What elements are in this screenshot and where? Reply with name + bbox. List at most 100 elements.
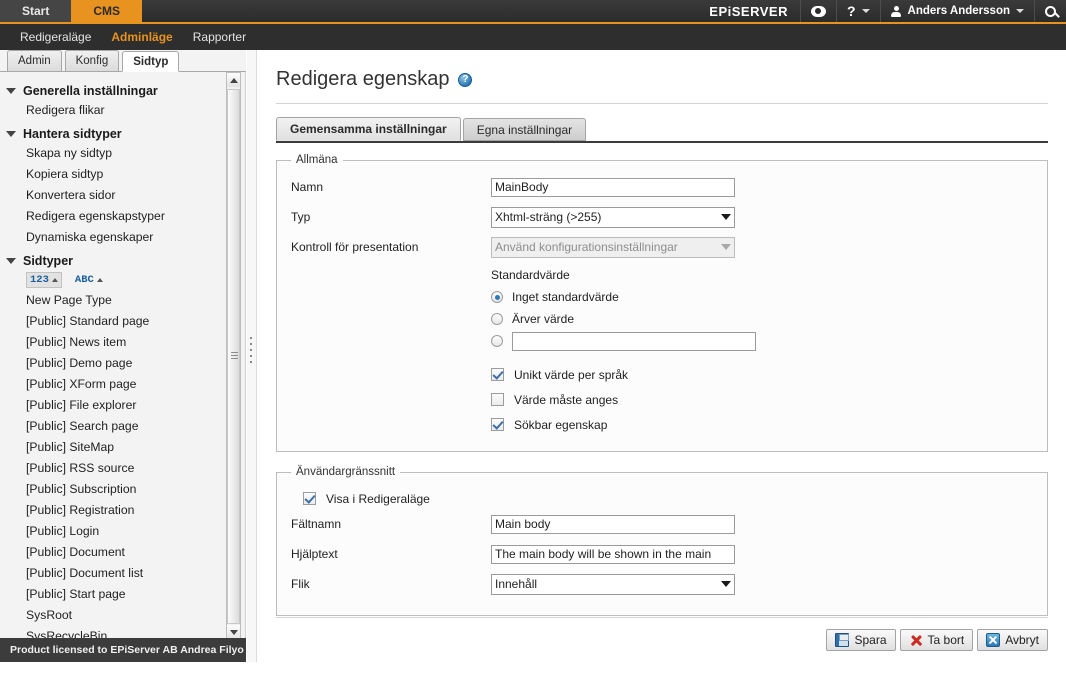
scrollbar-down-arrow[interactable] [227,625,240,639]
tab-egna-installningar-label: Egna inställningar [476,123,573,137]
tree-group-generella-installningar[interactable]: Generella inställningar [6,84,228,98]
panel-splitter[interactable] [247,50,257,662]
help-icon[interactable]: ? [458,72,473,87]
search-button[interactable] [1034,0,1066,22]
triangle-up-icon [96,278,103,282]
default-value-custom-input[interactable] [512,331,756,351]
tree-item-kopiera-sidtyp[interactable]: Kopiera sidtyp [6,164,228,185]
tab-select[interactable]: Innehåll [491,573,735,595]
nav-item-rapporter-label: Rapporter [192,30,247,44]
checkbox-icon[interactable] [491,418,504,431]
question-mark-icon: ? [846,3,856,19]
default-value-option-custom[interactable] [491,330,1033,352]
tree-group-hantera-sidtyper[interactable]: Hantera sidtyper [6,127,228,141]
save-button-label: Spara [854,633,887,647]
save-button[interactable]: Spara [826,629,896,651]
tab-egna-installningar[interactable]: Egna inställningar [462,118,587,141]
tree-item-new-page-type[interactable]: New Page Type [6,290,228,311]
sort-alpha-button[interactable]: ABC [72,273,106,287]
type-select[interactable]: Xhtml-sträng (>255) [491,206,735,228]
sub-tab-sidtyp-label: Sidtyp [133,56,169,68]
tree-scrollbar[interactable] [226,72,241,640]
sort-alpha-label: ABC [74,274,94,286]
tree-item-xform-page[interactable]: [Public] XForm page [6,374,228,395]
tree-item-sysroot[interactable]: SysRoot [6,605,228,626]
field-name-row: Fältnamn [291,511,1033,537]
triangle-down-icon [6,131,16,137]
tree-group-sidtyper[interactable]: Sidtyper [6,254,228,268]
help-text-label: Hjälptext [291,547,338,561]
checkbox-icon[interactable] [491,393,504,406]
radio-button-icon[interactable] [491,291,503,303]
tree-item-start-page[interactable]: [Public] Start page [6,584,228,605]
chevron-down-icon [721,244,731,250]
tree-item-file-explorer[interactable]: [Public] File explorer [6,395,228,416]
sub-tab-konfig[interactable]: Konfig [64,50,120,71]
action-buttons: Spara Ta bort Avbryt [826,629,1048,651]
tree-item-skapa-ny-sidtyp[interactable]: Skapa ny sidtyp [6,143,228,164]
searchable-property-label: Sökbar egenskap [514,417,608,432]
view-mode-button[interactable] [799,0,836,22]
global-tab-start[interactable]: Start [0,0,72,22]
top-bar-right-group: EPiSERVER ? Anders Andersson [709,0,1066,22]
radio-button-icon[interactable] [491,313,503,325]
show-in-edit-mode-row[interactable]: Visa i Redigeraläge [303,486,1033,511]
tree-item-document[interactable]: [Public] Document [6,542,228,563]
checkbox-icon[interactable] [491,368,504,381]
tree-item-search-page[interactable]: [Public] Search page [6,416,228,437]
tree-item-document-list[interactable]: [Public] Document list [6,563,228,584]
tree-item-subscription[interactable]: [Public] Subscription [6,479,228,500]
sub-tab-sidtyp[interactable]: Sidtyp [122,51,180,72]
tree-item-rss-source[interactable]: [Public] RSS source [6,458,228,479]
default-value-option-none[interactable]: Inget standardvärde [491,286,1033,308]
field-name-input[interactable] [491,514,735,534]
help-menu-button[interactable]: ? [835,0,880,22]
presentation-control-value: Använd konfigurationsinställningar [495,240,678,254]
value-required-row[interactable]: Värde måste anges [491,387,1033,412]
page-title-text: Redigera egenskap [276,68,450,90]
help-text-input[interactable] [491,544,735,564]
tree-item-registration[interactable]: [Public] Registration [6,500,228,521]
tree-item-dynamiska-egenskaper[interactable]: Dynamiska egenskaper [6,227,228,248]
scrollbar-grip-icon [231,352,238,359]
searchable-property-row[interactable]: Sökbar egenskap [491,412,1033,437]
tree-group-label: Hantera sidtyper [23,127,122,141]
tree-item-redigera-egenskapstyper[interactable]: Redigera egenskapstyper [6,206,228,227]
sort-numeric-button[interactable]: 123 [26,272,62,288]
global-top-bar: Start CMS EPiSERVER ? Anders Andersson [0,0,1066,22]
tree-item-demo-page[interactable]: [Public] Demo page [6,353,228,374]
user-menu-button[interactable]: Anders Andersson [879,0,1034,22]
tree-item-redigera-flikar[interactable]: Redigera flikar [6,100,228,121]
radio-button-icon[interactable] [491,335,503,347]
presentation-control-row: Kontroll för presentation Använd konfigu… [291,234,1033,260]
cancel-button[interactable]: Avbryt [977,629,1048,651]
tree-item-standard-page[interactable]: [Public] Standard page [6,311,228,332]
checkbox-icon[interactable] [303,492,316,505]
sub-tab-admin[interactable]: Admin [7,50,62,71]
nav-item-redigeralage[interactable]: Redigeraläge [10,24,101,50]
cancel-button-label: Avbryt [1005,633,1039,647]
nav-item-adminlage[interactable]: Adminläge [101,24,182,50]
scrollbar-thumb[interactable] [227,89,240,624]
delete-button-label: Ta bort [927,633,965,647]
tree-item-sitemap[interactable]: [Public] SiteMap [6,437,228,458]
triangle-up-icon [51,278,58,282]
episerver-logo-text: EPiSERVER [709,3,788,19]
delete-button[interactable]: Ta bort [899,629,974,651]
triangle-down-icon [6,258,16,264]
tab-gemensamma-installningar[interactable]: Gemensamma inställningar [276,117,461,141]
tree-item-konvertera-sidor[interactable]: Konvertera sidor [6,185,228,206]
global-tab-cms[interactable]: CMS [71,0,143,22]
tree-group-label: Sidtyper [23,254,74,268]
tree-item-login[interactable]: [Public] Login [6,521,228,542]
chevron-down-icon [721,214,731,220]
tab-gemensamma-installningar-label: Gemensamma inställningar [290,122,447,136]
default-value-option-inherit[interactable]: Ärver värde [491,308,1033,330]
name-input[interactable] [491,177,735,197]
tab-select-value: Innehåll [495,577,538,591]
unique-per-language-row[interactable]: Unikt värde per språk [491,362,1033,387]
general-settings-fieldset: Allmäna Namn Typ Xhtml-sträng (>255) Kon… [276,154,1048,452]
tree-item-news-item[interactable]: [Public] News item [6,332,228,353]
scrollbar-up-arrow[interactable] [227,73,240,87]
nav-item-rapporter[interactable]: Rapporter [183,24,256,50]
